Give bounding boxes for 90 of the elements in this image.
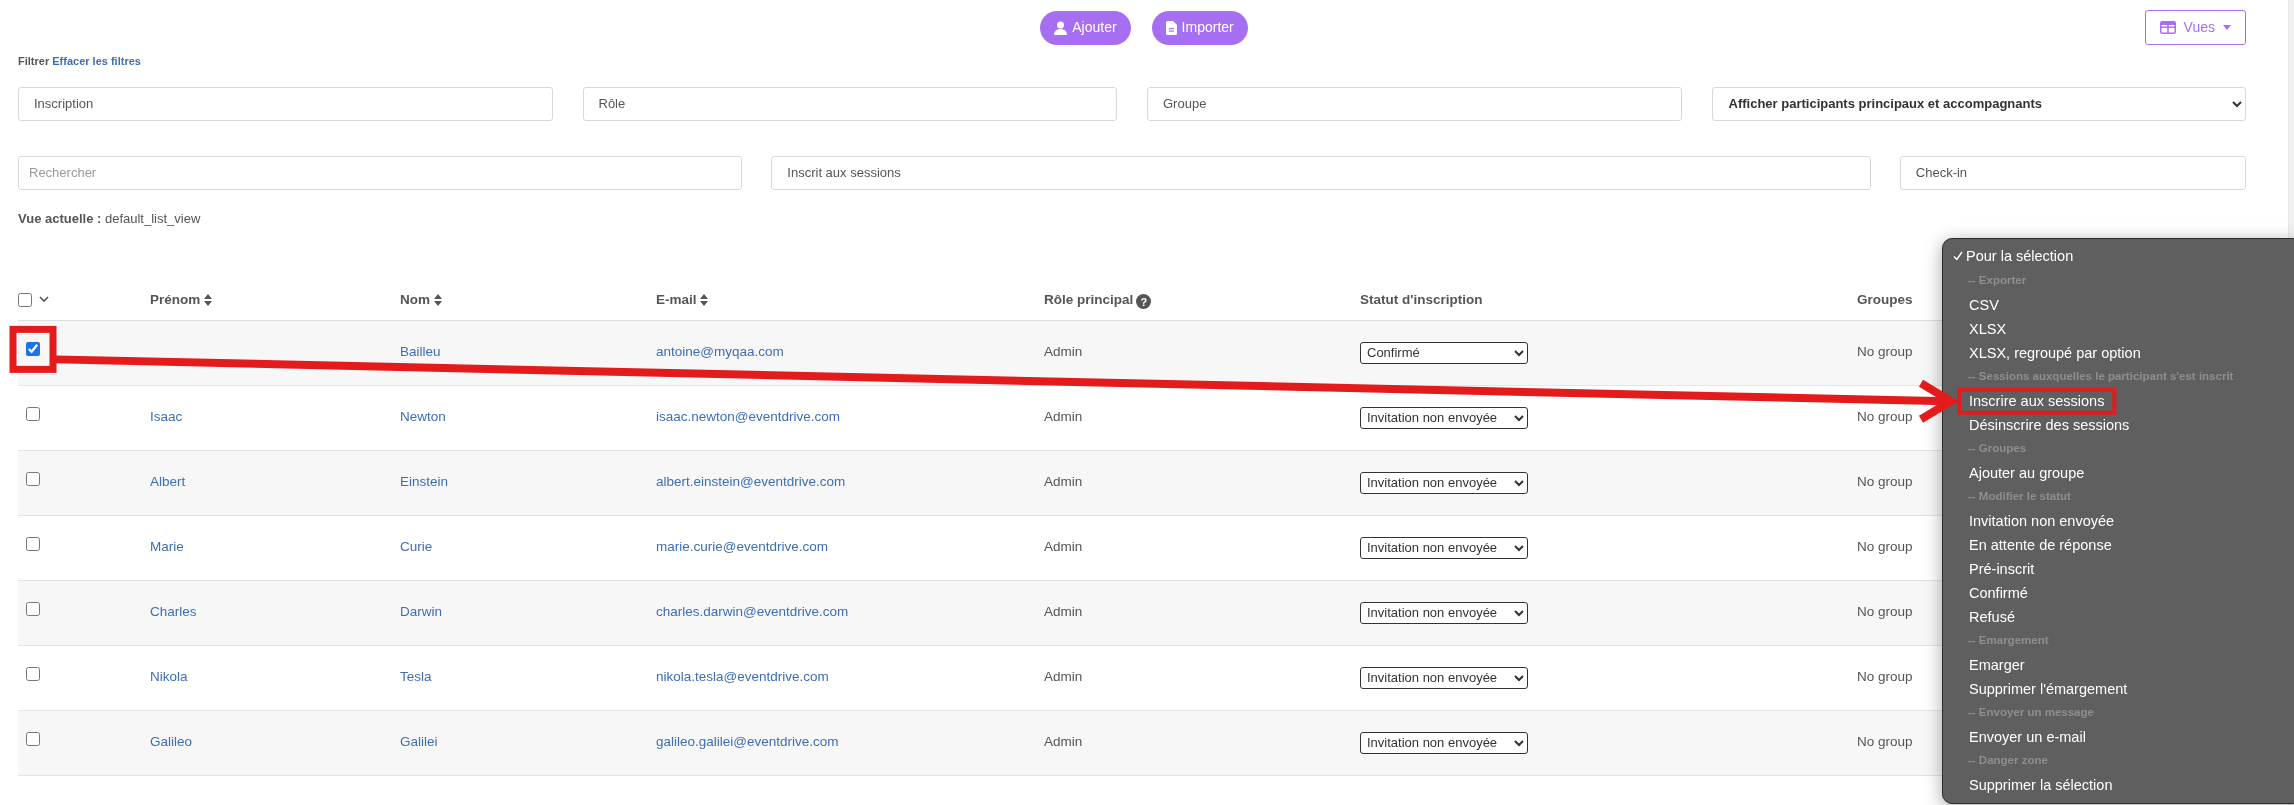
chevron-down-icon — [39, 296, 49, 304]
menu-item[interactable]: Inscrire aux sessions — [1965, 392, 2109, 410]
last-name-link[interactable]: Einstein — [400, 474, 449, 490]
row-checkbox[interactable] — [26, 602, 40, 617]
caret-icon — [2223, 25, 2231, 30]
current-view-text: Vue actuelle : default_list_view — [18, 209, 202, 228]
menu-item[interactable]: Invitation non envoyée — [1965, 512, 2119, 530]
role-text: Admin — [1044, 669, 1083, 685]
role-text: Admin — [1044, 604, 1083, 620]
group-text: No group — [1857, 344, 1913, 360]
last-name-link[interactable]: Curie — [400, 539, 433, 555]
row-checkbox[interactable] — [26, 667, 40, 682]
email-link[interactable]: isaac.newton@eventdrive.com — [656, 409, 841, 425]
menu-item[interactable]: CSV — [1965, 296, 2003, 314]
group-text: No group — [1857, 604, 1913, 620]
menu-item[interactable]: Désinscrire des sessions — [1965, 416, 2134, 434]
role-text: Admin — [1044, 539, 1083, 555]
menu-title: Pour la sélection — [1966, 247, 2074, 266]
last-name-link[interactable]: Galilei — [400, 734, 438, 750]
filter-label: Filtrer — [18, 55, 50, 67]
email-link[interactable]: galileo.galilei@eventdrive.com — [656, 734, 839, 750]
menu-item[interactable]: Emarger — [1965, 656, 2029, 674]
status-dropdown[interactable]: Confirmé — [1360, 341, 1528, 364]
document-icon — [1165, 20, 1177, 35]
select-all-checkbox[interactable] — [18, 292, 32, 307]
email-link[interactable]: antoine@myqaa.com — [656, 344, 784, 360]
filter-field[interactable]: Inscription — [18, 86, 553, 121]
first-name-link[interactable]: Galileo — [150, 734, 193, 750]
filter-field[interactable]: Inscrit aux sessions — [771, 155, 1871, 190]
last-name-link[interactable]: Tesla — [400, 669, 432, 685]
first-name-link[interactable]: Charles — [150, 604, 197, 620]
row-checkbox[interactable] — [26, 342, 40, 357]
column-header[interactable]: E-mail — [656, 291, 697, 307]
status-dropdown[interactable]: Invitation non envoyée — [1360, 536, 1528, 559]
role-text: Admin — [1044, 409, 1083, 425]
email-link[interactable]: marie.curie@eventdrive.com — [656, 539, 828, 555]
menu-item[interactable]: Confirmé — [1965, 584, 2032, 602]
menu-item[interactable]: Supprimer la sélection — [1965, 776, 2117, 794]
clear-filters-link[interactable]: Effacer les filtres — [52, 55, 141, 67]
column-header: Groupes — [1857, 291, 1913, 307]
status-dropdown[interactable]: Invitation non envoyée — [1360, 471, 1528, 494]
filter-field[interactable]: Check-in — [1899, 155, 2246, 190]
menu-item[interactable]: Pré-inscrit — [1965, 560, 2039, 578]
menu-item[interactable]: XLSX — [1965, 320, 2011, 338]
add-button[interactable]: Ajouter — [1040, 10, 1131, 45]
first-name-link[interactable]: Marie — [150, 539, 184, 555]
menu-item[interactable]: En attente de réponse — [1965, 536, 2116, 554]
menu-item[interactable]: XLSX, regroupé par option — [1965, 344, 2145, 362]
first-name-link[interactable]: Albert — [150, 474, 186, 490]
group-text: No group — [1857, 734, 1913, 750]
last-name-link[interactable]: Newton — [400, 409, 446, 425]
status-dropdown[interactable]: Invitation non envoyée — [1360, 666, 1528, 689]
last-name-link[interactable]: Darwin — [400, 604, 442, 620]
status-dropdown[interactable]: Invitation non envoyée — [1360, 406, 1528, 429]
email-link[interactable]: albert.einstein@eventdrive.com — [656, 474, 846, 490]
menu-item[interactable]: Envoyer un e-mail — [1965, 728, 2090, 746]
last-name-link[interactable]: Bailleu — [400, 344, 441, 360]
column-header: Statut d'inscription — [1360, 291, 1483, 307]
group-text: No group — [1857, 539, 1913, 555]
row-checkbox[interactable] — [26, 407, 40, 422]
filter-field[interactable]: Rôle — [582, 86, 1117, 121]
group-text: No group — [1857, 409, 1913, 425]
column-header: Rôle principal — [1044, 291, 1134, 307]
menu-item[interactable]: Supprimer l'émargement — [1965, 680, 2132, 698]
email-link[interactable]: charles.darwin@eventdrive.com — [656, 604, 849, 620]
filter-dropdown[interactable]: Afficher participants principaux et accompagnants — [1711, 86, 2246, 121]
column-header[interactable]: Prénom — [150, 291, 201, 307]
row-checkbox[interactable] — [26, 732, 40, 747]
menu-item[interactable]: Ajouter au groupe — [1965, 464, 2089, 482]
email-link[interactable]: nikola.tesla@eventdrive.com — [656, 669, 829, 685]
views-button[interactable]: Vues — [2144, 10, 2246, 45]
table-icon — [2159, 21, 2176, 34]
group-text: No group — [1857, 474, 1913, 490]
row-checkbox[interactable] — [26, 537, 40, 552]
filter-field[interactable]: Groupe — [1147, 86, 1682, 121]
search-field[interactable]: Rechercher — [18, 155, 743, 190]
column-header[interactable]: Nom — [400, 291, 430, 307]
group-text: No group — [1857, 669, 1913, 685]
status-dropdown[interactable]: Invitation non envoyée — [1360, 601, 1528, 624]
first-name-link[interactable]: Isaac — [150, 409, 183, 425]
role-text: Admin — [1044, 734, 1083, 750]
status-dropdown[interactable]: Invitation non envoyée — [1360, 731, 1528, 754]
user-icon — [1054, 20, 1068, 35]
import-button[interactable]: Importer — [1151, 10, 1248, 45]
row-checkbox[interactable] — [26, 472, 40, 487]
help-icon[interactable]: ? — [1136, 294, 1152, 310]
first-name-link[interactable]: Nikola — [150, 669, 188, 685]
role-text: Admin — [1044, 344, 1083, 360]
role-text: Admin — [1044, 474, 1083, 490]
menu-item[interactable]: Refusé — [1965, 608, 2019, 626]
